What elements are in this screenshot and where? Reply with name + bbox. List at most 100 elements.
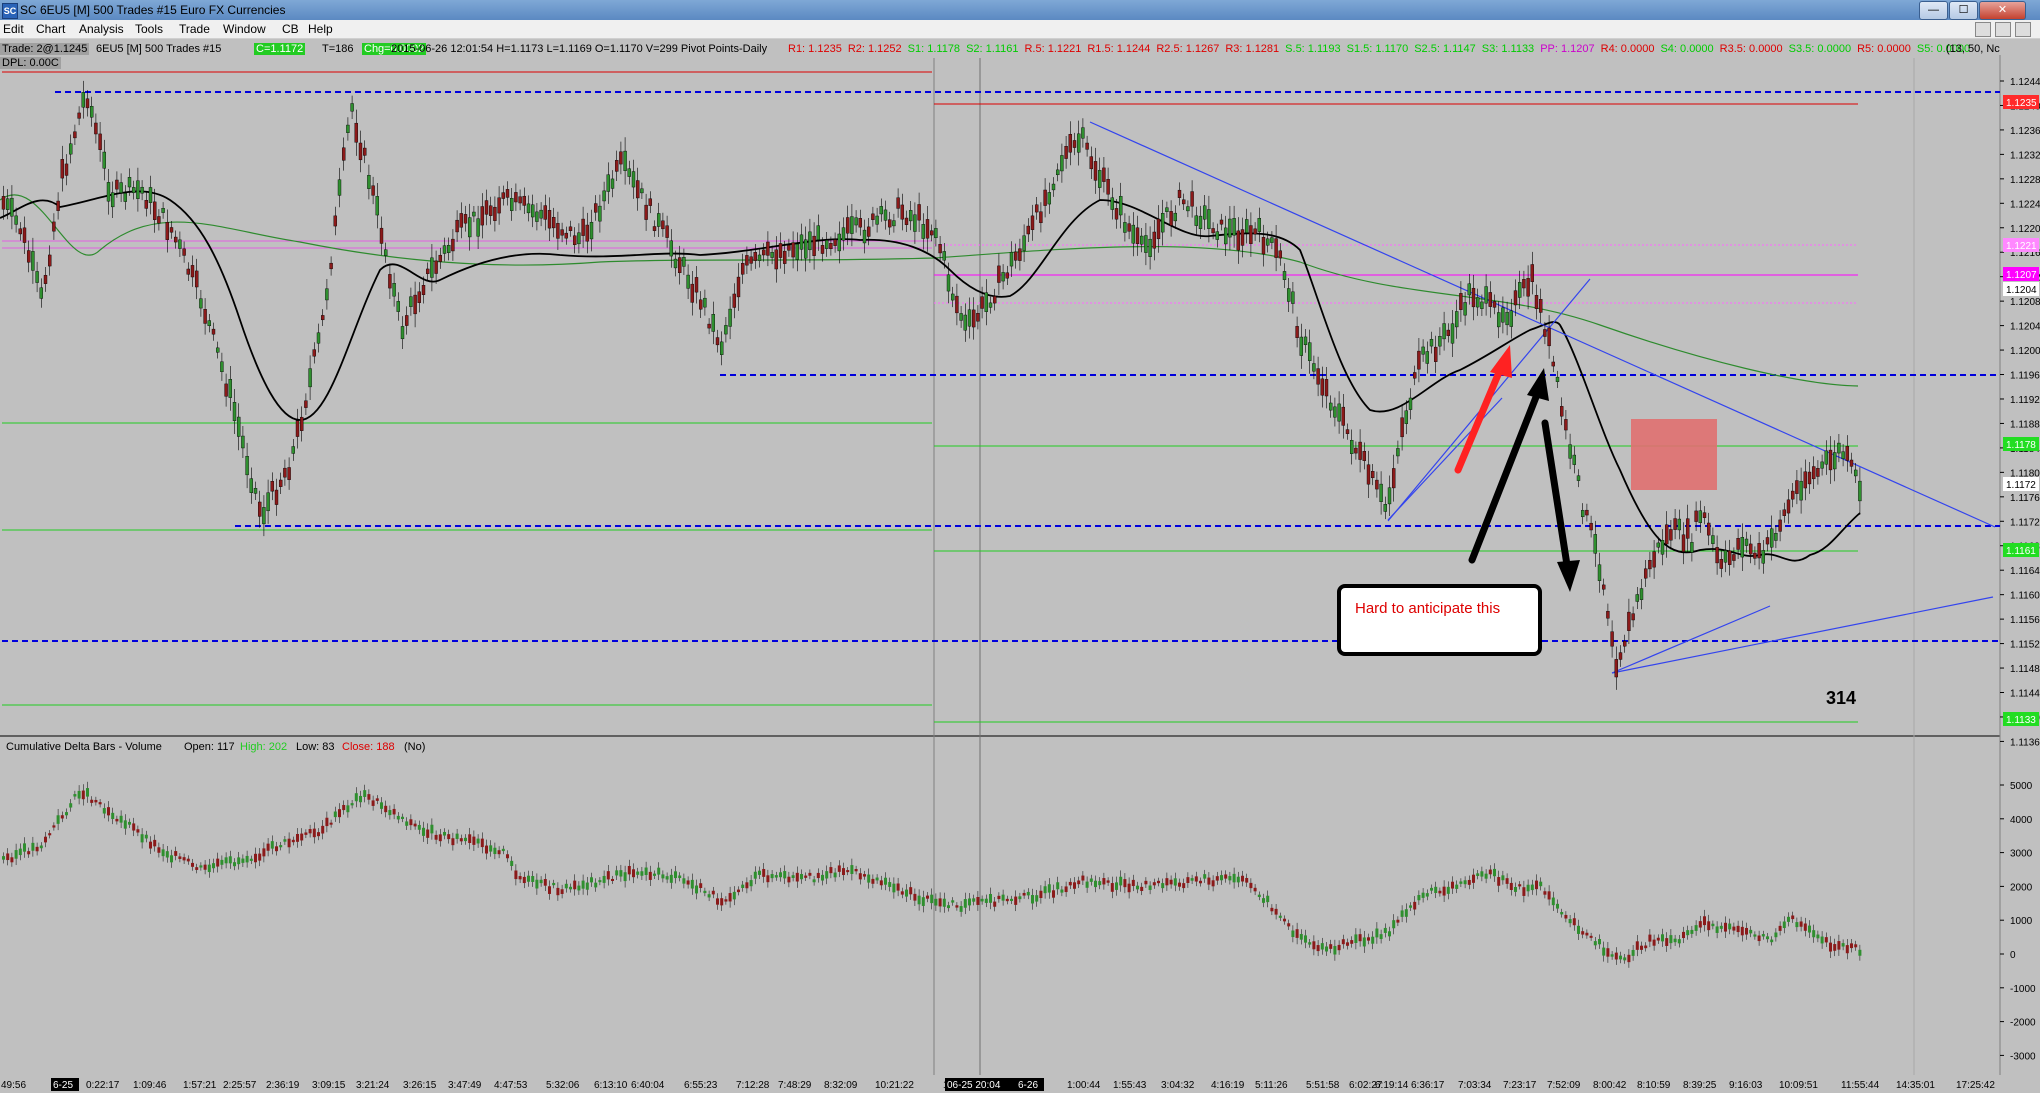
delta-bar xyxy=(111,812,115,820)
candle-body xyxy=(531,204,535,218)
delta-open: Open: 117 xyxy=(184,741,235,753)
candle-body xyxy=(1194,215,1199,226)
candle-body xyxy=(442,245,447,254)
delta-bar xyxy=(1547,891,1551,900)
delta-bar xyxy=(459,838,463,842)
candle-body xyxy=(690,283,694,303)
delta-bar xyxy=(1341,939,1345,945)
delta-bar xyxy=(1383,927,1387,933)
delta-bar xyxy=(1778,925,1782,931)
candle-body xyxy=(1072,140,1077,148)
delta-bar xyxy=(195,867,199,870)
delta-bar xyxy=(27,851,31,855)
candle-body xyxy=(14,215,18,225)
delta-bar xyxy=(375,798,379,801)
price-chart[interactable]: Hard to anticipate this 314 Cumulative D… xyxy=(0,0,2040,1093)
delta-bar xyxy=(384,805,388,813)
delta-bar xyxy=(854,869,858,872)
candle-body xyxy=(1139,235,1144,245)
candle-body xyxy=(1438,336,1442,347)
candle-body xyxy=(1492,301,1497,308)
candle-body xyxy=(745,255,749,266)
time-tick-label: 4:47:53 xyxy=(494,1080,528,1091)
candle-body xyxy=(1068,134,1073,153)
candle-body xyxy=(644,204,648,220)
delta-bar xyxy=(1232,873,1236,883)
candle-body xyxy=(581,218,585,236)
delta-bar xyxy=(1257,894,1261,898)
candle-body xyxy=(1026,225,1031,235)
delta-bar xyxy=(1010,898,1013,901)
delta-bar xyxy=(1451,881,1454,889)
black-arrow-up xyxy=(1468,368,1549,564)
delta-bar xyxy=(1799,921,1803,927)
delta-bar xyxy=(909,887,913,895)
time-tick-label: 7:48:29 xyxy=(778,1080,812,1091)
time-tick-label: 7:23:17 xyxy=(1503,1080,1537,1091)
candle-body xyxy=(1853,469,1858,477)
delta-bar xyxy=(728,893,732,902)
price-badge-label: 1.1207 xyxy=(2006,270,2037,281)
price-tick-label: 1.1204 xyxy=(2010,322,2040,333)
delta-bar xyxy=(1581,931,1585,935)
delta-bar xyxy=(657,867,661,875)
delta-bar xyxy=(1404,909,1408,917)
time-tick-label: 8:32:09 xyxy=(824,1080,858,1091)
time-tick-label: 8:10:59 xyxy=(1637,1080,1671,1091)
price-tick-label: 1.1228 xyxy=(2010,175,2040,186)
fast-moving-average xyxy=(0,190,1861,562)
red-arrow xyxy=(1454,345,1512,474)
candle-body xyxy=(783,250,787,264)
delta-bar xyxy=(1274,908,1278,915)
candle-body xyxy=(1274,238,1278,258)
candle-body xyxy=(199,298,203,309)
delta-bar xyxy=(65,812,68,816)
time-tick-label: 49:56 xyxy=(1,1080,26,1091)
price-badge-label: 1.1172 xyxy=(2006,480,2036,491)
delta-bar xyxy=(1493,868,1496,877)
price-tick-label: 1.1200 xyxy=(2010,346,2040,357)
delta-bar xyxy=(199,865,203,868)
delta-bar xyxy=(207,864,211,873)
delta-bar xyxy=(821,874,824,881)
delta-bar xyxy=(1459,881,1463,884)
candle-body xyxy=(1740,537,1745,558)
delta-bar xyxy=(279,845,283,848)
delta-bar xyxy=(342,804,346,811)
candle-body xyxy=(1249,225,1253,244)
candle-body xyxy=(1765,537,1770,545)
candle-body xyxy=(1820,461,1824,469)
candle-body xyxy=(1606,610,1610,619)
candle-body xyxy=(1723,550,1728,563)
delta-bar xyxy=(1220,875,1223,881)
candle-body xyxy=(904,217,909,225)
target-zone-box xyxy=(1631,419,1717,490)
candle-body xyxy=(358,142,363,161)
delta-bar xyxy=(896,883,900,891)
candle-body xyxy=(762,249,766,256)
delta-bar xyxy=(300,833,304,841)
candle-body xyxy=(1005,272,1009,279)
price-tick-label: 1.1160 xyxy=(2010,591,2040,602)
delta-bar xyxy=(249,858,253,861)
delta-bar xyxy=(1358,934,1362,942)
candle-body xyxy=(1421,346,1425,355)
candle-body xyxy=(1778,519,1782,532)
candle-body xyxy=(1106,178,1110,195)
delta-bar xyxy=(1291,930,1295,938)
candle-body xyxy=(816,225,820,241)
delta-bar xyxy=(1736,925,1740,933)
candle-body xyxy=(972,309,976,328)
delta-bar xyxy=(497,850,501,855)
candle-body xyxy=(106,182,111,202)
delta-bar xyxy=(86,788,89,797)
delta-bar xyxy=(745,882,749,889)
candle-body xyxy=(1702,512,1707,518)
candle-body xyxy=(484,200,489,215)
candle-body xyxy=(1660,540,1665,555)
candle-body xyxy=(1236,230,1241,251)
candle-body xyxy=(1009,251,1014,267)
candle-body xyxy=(1215,231,1220,240)
delta-bar xyxy=(779,872,782,878)
delta-bar xyxy=(615,870,619,876)
